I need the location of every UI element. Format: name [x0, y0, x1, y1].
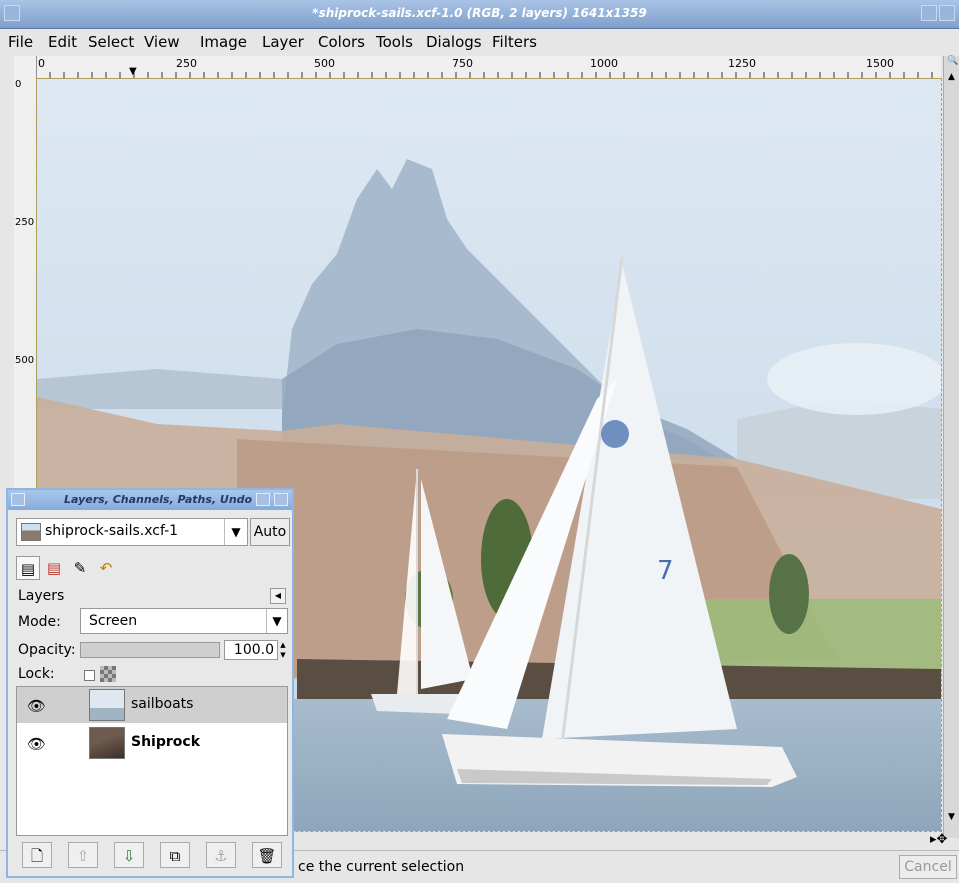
menu-dialogs[interactable]: Dialogs — [426, 33, 482, 51]
menu-filters[interactable]: Filters — [492, 33, 537, 51]
anchor-layer-icon[interactable]: ⚓ — [206, 842, 236, 868]
lock-alpha-checkbox[interactable] — [84, 670, 95, 681]
visibility-eye-icon[interactable]: 👁 — [27, 697, 46, 715]
cancel-button[interactable]: Cancel — [899, 855, 957, 879]
layer-name: sailboats — [131, 696, 194, 712]
mode-select[interactable]: Screen ▼ — [80, 608, 288, 634]
auto-button[interactable]: Auto — [250, 518, 290, 546]
menu-colors[interactable]: Colors — [318, 33, 365, 51]
lock-alpha-icon — [100, 666, 116, 682]
dock-titlebar: Layers, Channels, Paths, Undo — [8, 490, 292, 510]
zoom-icon[interactable]: 🔍 — [947, 56, 958, 66]
delete-layer-icon[interactable]: 🗑 — [252, 842, 282, 868]
layer-list: 👁 sailboats 👁 Shiprock — [16, 686, 288, 836]
hruler-label: 1250 — [728, 57, 756, 70]
menu-file[interactable]: File — [8, 33, 33, 51]
vruler-label: 500 — [15, 355, 35, 366]
mode-value: Screen — [89, 613, 138, 629]
menu-edit[interactable]: Edit — [48, 33, 77, 51]
menu-view[interactable]: View — [144, 33, 180, 51]
menubar: File Edit Select View Image Layer Colors… — [0, 29, 959, 55]
dock-close-icon[interactable] — [274, 493, 288, 506]
layer-thumbnail — [89, 689, 125, 721]
menu-image[interactable]: Image — [200, 33, 247, 51]
image-selector-value: shiprock-sails.xcf-1 — [45, 523, 179, 539]
hruler-label: 1500 — [866, 57, 894, 70]
vruler-label: 250 — [15, 217, 35, 228]
ruler-corner-button[interactable] — [14, 56, 37, 79]
navigate-icon[interactable]: ▸✥ — [930, 832, 959, 848]
layers-tab-icon[interactable]: ▤ — [16, 556, 40, 580]
hruler-label: 250 — [176, 57, 197, 70]
layer-row-sailboats[interactable]: 👁 sailboats — [17, 687, 287, 723]
visibility-eye-icon[interactable]: 👁 — [27, 735, 46, 753]
close-icon[interactable] — [939, 5, 955, 21]
ruler-pointer-icon: ▼ — [129, 66, 137, 77]
paths-tab-icon[interactable]: ✎ — [68, 556, 92, 580]
svg-text:7: 7 — [657, 556, 674, 586]
dock-minimize-icon[interactable] — [256, 493, 270, 506]
new-layer-icon[interactable]: 🗋 — [22, 842, 52, 868]
hruler-label: 1000 — [590, 57, 618, 70]
lower-layer-icon[interactable]: ⇩ — [114, 842, 144, 868]
status-message: ce the current selection — [298, 859, 465, 875]
layers-panel-label: Layers — [18, 588, 65, 604]
opacity-slider-fill — [81, 643, 219, 657]
channels-tab-icon[interactable]: ▤ — [42, 556, 66, 580]
layer-thumbnail — [89, 727, 125, 759]
hruler-label: 500 — [314, 57, 335, 70]
undo-tab-icon[interactable]: ↶ — [94, 556, 118, 580]
dock-title: Layers, Channels, Paths, Undo — [64, 493, 253, 506]
menu-layer[interactable]: Layer — [262, 33, 304, 51]
image-selector[interactable]: shiprock-sails.xcf-1 ▼ — [16, 518, 248, 546]
window-titlebar: *shiprock-sails.xcf-1.0 (RGB, 2 layers) … — [0, 0, 959, 29]
duplicate-layer-icon[interactable]: ⧉ — [160, 842, 190, 868]
opacity-spinner-icon[interactable]: ▲ ▼ — [278, 640, 288, 660]
scroll-up-icon[interactable]: ▲ — [948, 72, 955, 82]
horizontal-ruler-ticks — [36, 56, 933, 78]
dock-menu-icon[interactable] — [11, 493, 25, 506]
layer-name: Shiprock — [131, 734, 201, 750]
layer-buttons: 🗋 ⇧ ⇩ ⧉ ⚓ 🗑 — [16, 842, 288, 870]
vertical-scrollbar[interactable]: 🔍 ▲ ▼ — [943, 56, 959, 838]
hruler-label: 750 — [452, 57, 473, 70]
opacity-slider[interactable] — [80, 642, 220, 658]
hruler-label: 0 — [38, 57, 45, 70]
opacity-label: Opacity: — [18, 642, 76, 658]
chevron-down-icon[interactable]: ▼ — [224, 519, 247, 545]
vruler-label: 0 — [15, 79, 22, 90]
layer-row-shiprock[interactable]: 👁 Shiprock — [17, 725, 287, 761]
layers-dock-window: Layers, Channels, Paths, Undo shiprock-s… — [6, 488, 294, 878]
opacity-field[interactable]: 100.0 — [224, 640, 278, 660]
raise-layer-icon[interactable]: ⇧ — [68, 842, 98, 868]
chevron-down-icon[interactable]: ▼ — [266, 609, 287, 633]
menu-tools[interactable]: Tools — [376, 33, 413, 51]
horizontal-ruler[interactable]: 0 250 500 750 1000 1250 1500 ▼ — [36, 56, 941, 79]
scroll-down-icon[interactable]: ▼ — [948, 812, 955, 822]
dock-tabs: ▤ ▤ ✎ ↶ — [16, 556, 140, 582]
image-thumbnail — [21, 523, 41, 541]
lock-label: Lock: — [18, 666, 55, 682]
maximize-icon[interactable] — [921, 5, 937, 21]
panel-menu-icon[interactable]: ◀ — [270, 588, 286, 604]
mode-label: Mode: — [18, 614, 61, 630]
menu-select[interactable]: Select — [88, 33, 134, 51]
window-title: *shiprock-sails.xcf-1.0 (RGB, 2 layers) … — [312, 6, 647, 20]
